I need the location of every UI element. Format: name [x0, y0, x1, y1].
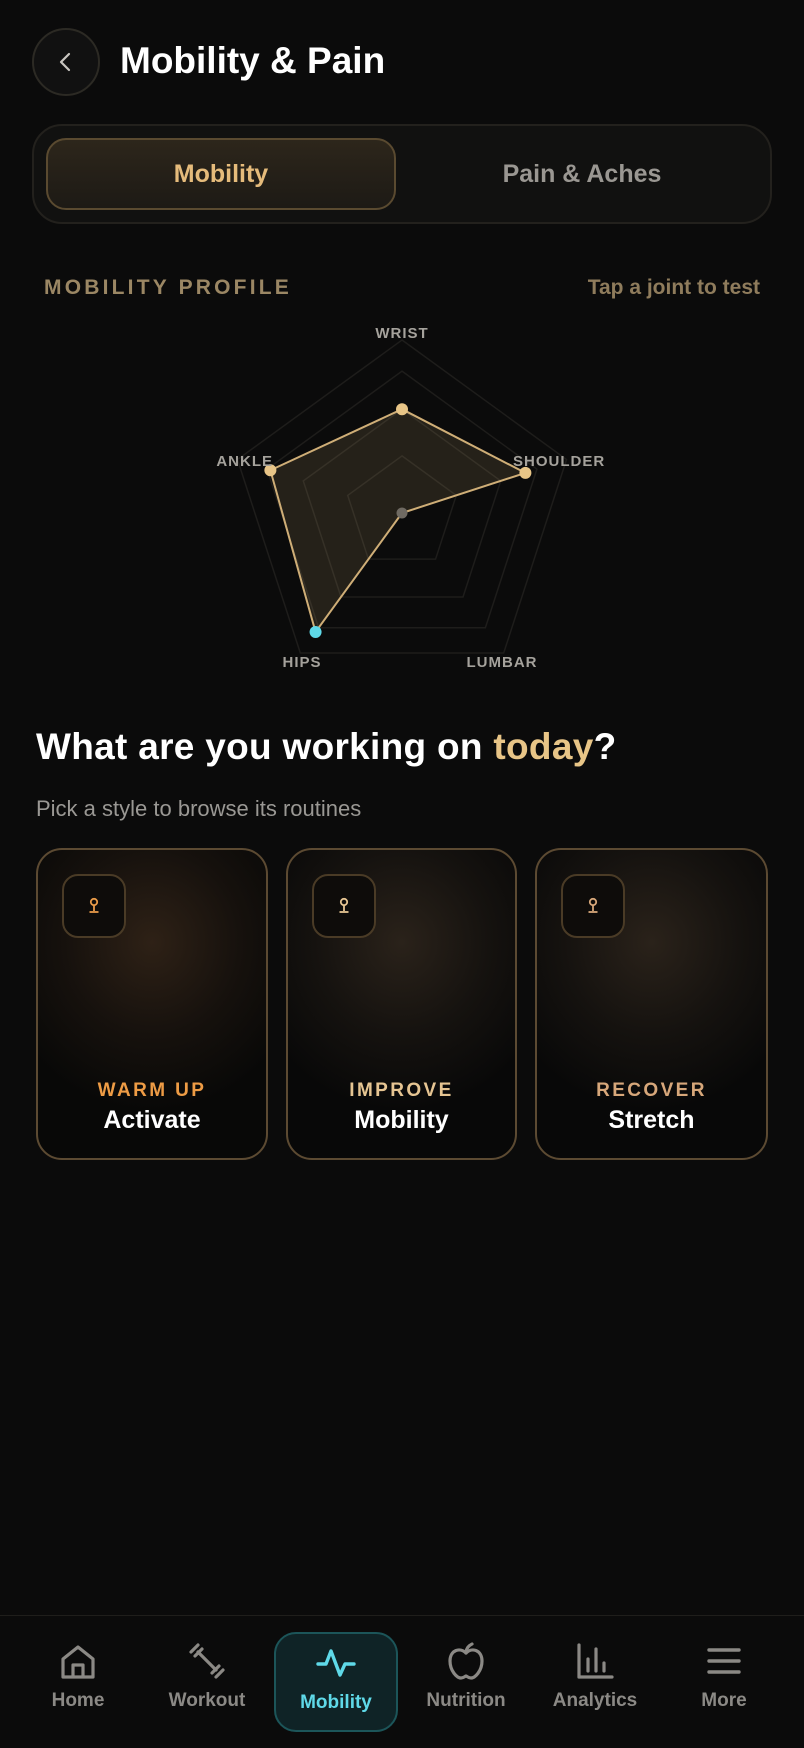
- joint-point-wrist[interactable]: [396, 403, 408, 416]
- nav-label: Workout: [168, 1690, 246, 1711]
- back-button[interactable]: [32, 28, 100, 96]
- joint-point-hips[interactable]: [309, 625, 322, 638]
- joint-label-shoulder[interactable]: SHOULDER: [513, 453, 604, 470]
- joint-point-lumbar[interactable]: [396, 507, 408, 519]
- header: Mobility & Pain: [0, 0, 804, 124]
- nav-mobility[interactable]: Mobility: [274, 1632, 398, 1732]
- card-title: Activate: [103, 1106, 201, 1134]
- section-label: MOBILITY PROFILE: [44, 276, 292, 299]
- heading-end: ?: [593, 726, 617, 767]
- card-kicker: RECOVER: [596, 1080, 707, 1101]
- nav-label: Home: [51, 1690, 105, 1711]
- tab-mobility[interactable]: Mobility: [46, 138, 396, 210]
- joint-label-hips[interactable]: HIPS: [282, 654, 321, 671]
- style-card-improve[interactable]: IMPROVE Mobility: [286, 848, 517, 1160]
- section-heading: What are you working on today?: [36, 726, 617, 768]
- tab-pain-aches[interactable]: Pain & Aches: [402, 138, 762, 210]
- card-title: Stretch: [608, 1106, 695, 1134]
- kettlebell-icon: [312, 874, 376, 938]
- nav-workout[interactable]: Workout: [145, 1632, 269, 1732]
- nav-nutrition[interactable]: Nutrition: [404, 1632, 528, 1732]
- nav-label: Mobility: [300, 1692, 372, 1713]
- bar-chart-icon: [574, 1640, 616, 1682]
- card-title: Mobility: [354, 1106, 449, 1134]
- card-kicker: WARM UP: [97, 1080, 207, 1101]
- nav-home[interactable]: Home: [16, 1632, 140, 1732]
- menu-icon: [703, 1640, 745, 1682]
- section-hint: Tap a joint to test: [587, 276, 760, 299]
- kettlebell-icon: [561, 874, 625, 938]
- mobility-radar-chart[interactable]: WRIST SHOULDER LUMBAR HIPS ANKLE: [200, 318, 604, 678]
- heading-accent: today: [493, 726, 594, 767]
- nav-more[interactable]: More: [662, 1632, 786, 1732]
- dumbbell-icon: [186, 1640, 228, 1682]
- nav-label: Nutrition: [426, 1690, 506, 1711]
- card-kicker: IMPROVE: [349, 1080, 454, 1101]
- joint-label-wrist[interactable]: WRIST: [375, 325, 428, 342]
- nav-label: More: [701, 1690, 747, 1711]
- joint-label-lumbar[interactable]: LUMBAR: [467, 654, 538, 671]
- section-subtitle: Pick a style to browse its routines: [36, 796, 362, 821]
- style-card-warm-up[interactable]: WARM UP Activate: [36, 848, 268, 1160]
- joint-label-ankle[interactable]: ANKLE: [216, 453, 273, 470]
- bottom-nav: Home Workout Mobility Nutrition Analytic…: [0, 1615, 804, 1748]
- kettlebell-icon: [62, 874, 126, 938]
- home-icon: [57, 1640, 99, 1682]
- nav-label: Analytics: [552, 1690, 638, 1711]
- apple-icon: [445, 1640, 487, 1682]
- segmented-control: Mobility Pain & Aches: [32, 124, 772, 224]
- nav-analytics[interactable]: Analytics: [533, 1632, 657, 1732]
- page-title: Mobility & Pain: [120, 40, 386, 81]
- style-card-recover[interactable]: RECOVER Stretch: [535, 848, 768, 1160]
- pulse-icon: [315, 1642, 357, 1684]
- chevron-left-icon: [59, 52, 71, 72]
- heading-start: What are you working on: [36, 726, 494, 767]
